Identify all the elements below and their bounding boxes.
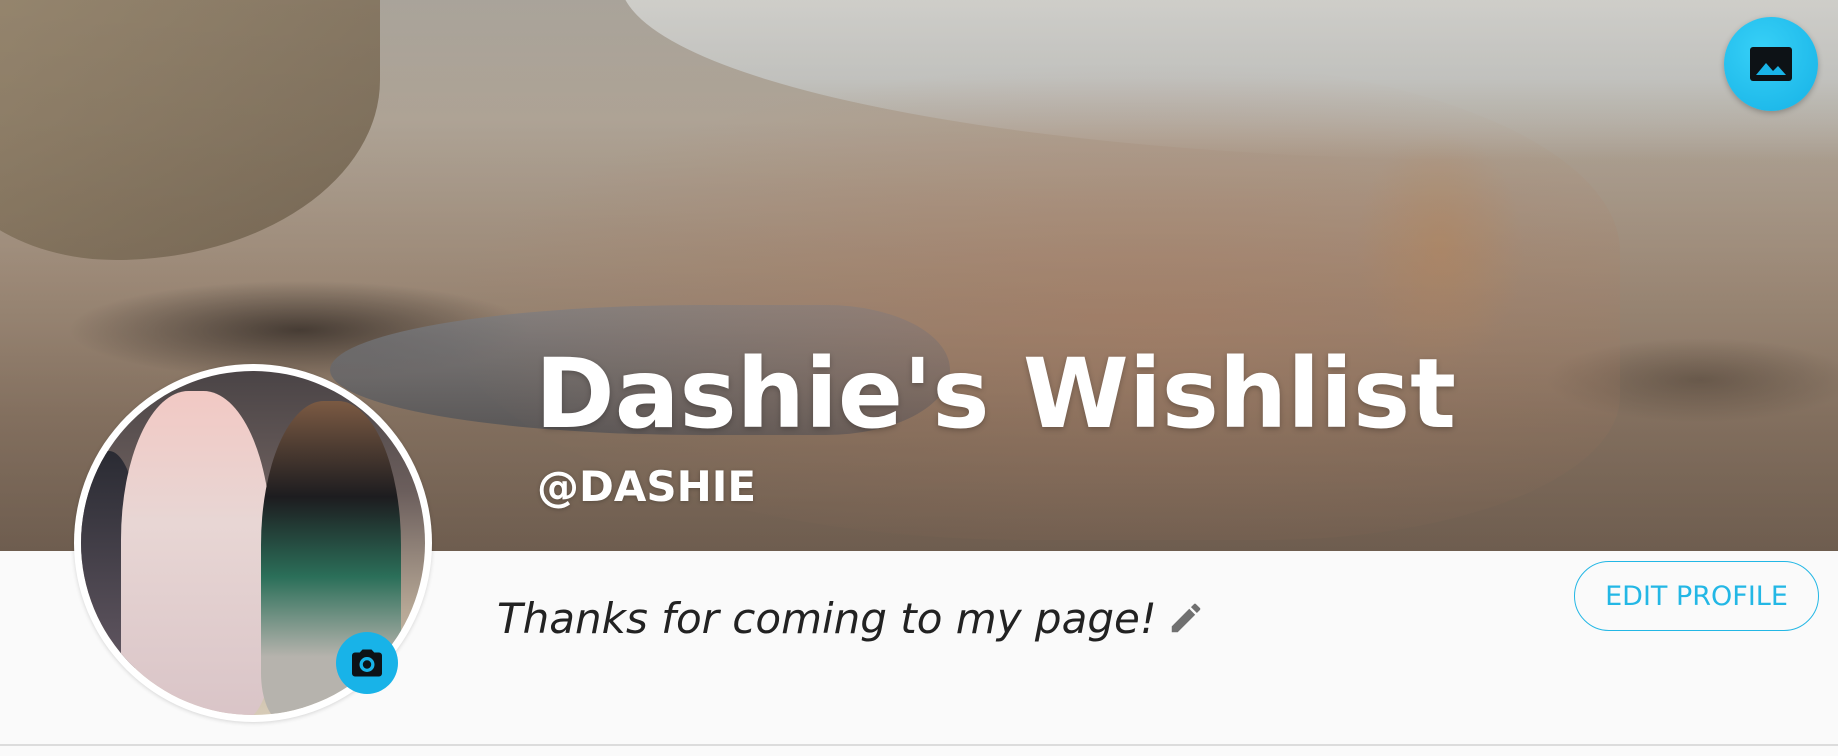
edit-profile-button[interactable]: EDIT PROFILE bbox=[1574, 561, 1819, 631]
section-divider bbox=[0, 744, 1838, 746]
tagline-row: Thanks for coming to my page! bbox=[497, 590, 1205, 646]
camera-icon bbox=[352, 649, 382, 677]
change-cover-photo-button[interactable] bbox=[1724, 17, 1818, 111]
pencil-icon[interactable] bbox=[1167, 599, 1205, 637]
change-avatar-button[interactable] bbox=[336, 632, 398, 694]
wishlist-title: Dashie's Wishlist bbox=[535, 338, 1457, 450]
profile-tagline: Thanks for coming to my page! bbox=[497, 593, 1157, 643]
username: @DASHIE bbox=[537, 462, 757, 511]
image-icon bbox=[1750, 47, 1792, 81]
avatar-photo-person-pink bbox=[121, 391, 271, 715]
